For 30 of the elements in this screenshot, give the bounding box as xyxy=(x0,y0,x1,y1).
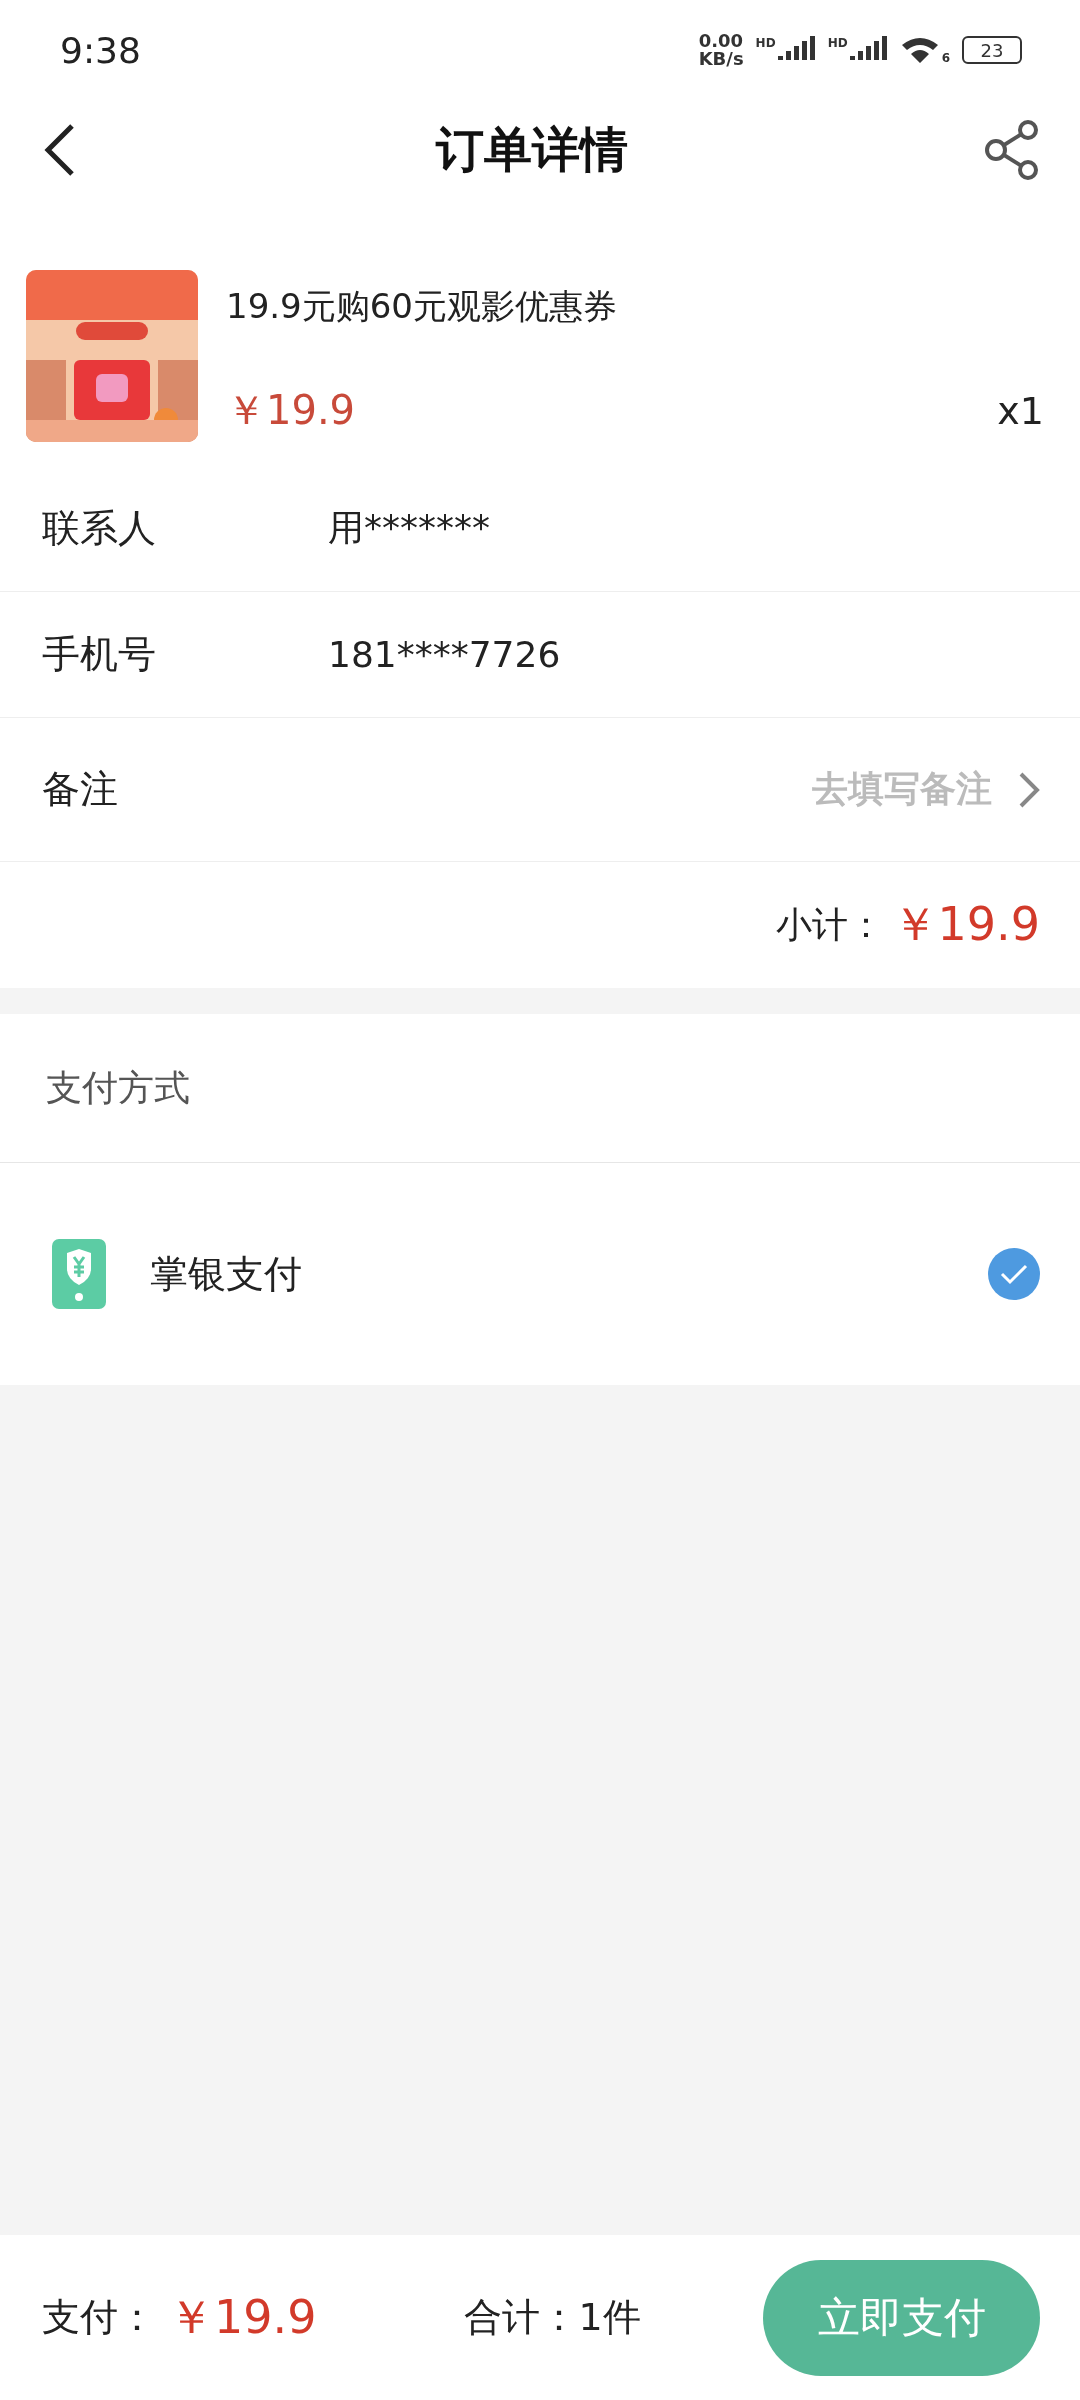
field-value: 181****7726 xyxy=(328,634,561,675)
product-name: 19.9元购60元观影优惠券 xyxy=(226,285,618,328)
payment-option[interactable]: 掌银支付 xyxy=(0,1163,1080,1385)
check-icon[interactable] xyxy=(988,1248,1040,1300)
product-price: ￥19.9 xyxy=(226,386,356,435)
hd-label: HD xyxy=(755,36,776,50)
subtotal-label: 小计： xyxy=(775,902,884,947)
page-title: 订单详情 xyxy=(436,120,628,179)
subtotal-amount: ￥19.9 xyxy=(891,896,1040,953)
payment-name: 掌银支付 xyxy=(150,1250,303,1298)
remark-link[interactable]: 去填写备注 xyxy=(812,765,1040,814)
field-label: 联系人 xyxy=(42,505,157,552)
pay-now-button[interactable]: 立即支付 xyxy=(763,2259,1040,2376)
share-icon[interactable] xyxy=(984,120,1040,180)
phone-wallet-icon xyxy=(52,1239,106,1309)
field-label: 手机号 xyxy=(42,631,157,678)
field-value: 用******* xyxy=(328,506,490,550)
pay-amount: ￥19.9 xyxy=(168,2288,317,2346)
total-count: 合计：1件 xyxy=(464,2294,641,2341)
section-title: 支付方式 xyxy=(0,1014,1080,1163)
wifi-label: 6 xyxy=(941,51,950,65)
battery-icon: 23 xyxy=(962,36,1022,64)
net-unit: KB/s xyxy=(698,50,744,68)
field-label: 备注 xyxy=(42,766,119,813)
pay-label: 支付： xyxy=(42,2294,156,2341)
chevron-icon xyxy=(1018,770,1040,809)
status-time: 9:38 xyxy=(60,29,141,71)
product-quantity: x1 xyxy=(997,388,1044,433)
hd-label: HD xyxy=(827,36,848,50)
net-speed: 0.00 xyxy=(698,32,744,50)
